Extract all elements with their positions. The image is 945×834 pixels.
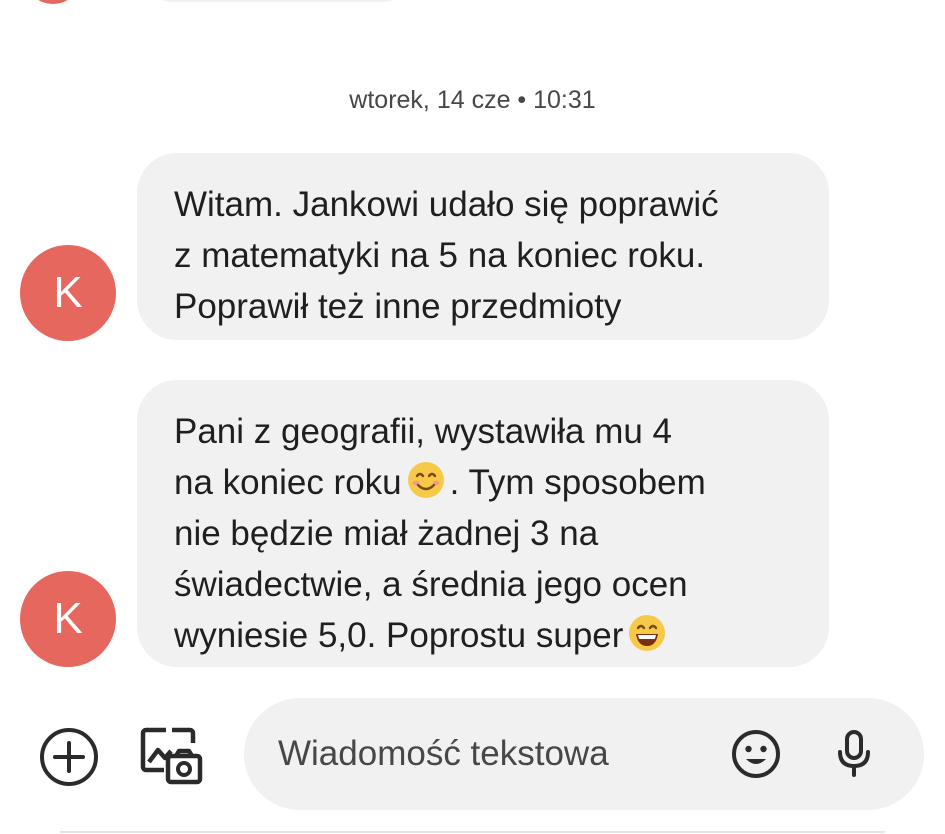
- date-divider: wtorek, 14 cze • 10:31: [349, 86, 596, 114]
- microphone-icon: [838, 730, 870, 777]
- message-line: świadectwie, a średnia jego ocen: [174, 565, 688, 604]
- voice-input-button[interactable]: [834, 728, 874, 780]
- divider: [60, 831, 885, 833]
- message-line-with-emoji: wyniesie 5,0. Poprostu super: [174, 610, 793, 661]
- message-line: z matematyki na 5 na koniec roku.: [174, 236, 706, 275]
- message-line: Poprawił też inne przedmioty: [174, 287, 622, 326]
- emoji-icon: [732, 730, 780, 778]
- message-line: Witam. Jankowi udało się poprawić: [174, 185, 719, 224]
- grinning-emoji-icon: [629, 615, 666, 651]
- message-text: . Tym sposobem: [449, 463, 706, 502]
- previous-message-bubble: [150, 0, 405, 2]
- message-line: nie będzie miał żadnej 3 na: [174, 514, 599, 553]
- message-bubble[interactable]: Pani z geografii, wystawiła mu 4 na koni…: [137, 380, 829, 667]
- avatar[interactable]: K: [20, 571, 116, 667]
- message-text: wyniesie 5,0. Poprostu super: [174, 616, 624, 655]
- add-circle-icon: [40, 728, 98, 786]
- message-line: Pani z geografii, wystawiła mu 4: [174, 412, 672, 451]
- emoji-button[interactable]: [730, 728, 782, 780]
- gallery-icon: [140, 727, 203, 785]
- avatar-letter: K: [53, 268, 83, 317]
- message-input-placeholder: Wiadomość tekstowa: [278, 734, 609, 773]
- avatar[interactable]: K: [20, 245, 116, 341]
- smiling-emoji-icon: [407, 462, 444, 498]
- gallery-button[interactable]: [136, 722, 204, 788]
- message-text: na koniec roku: [174, 463, 402, 502]
- add-attachment-button[interactable]: [38, 726, 100, 788]
- previous-avatar: [28, 0, 78, 4]
- message-input[interactable]: Wiadomość tekstowa: [244, 698, 924, 810]
- message-line-with-emoji: na koniec roku . Tym sposobem: [174, 457, 793, 508]
- message-bubble[interactable]: Witam. Jankowi udało się poprawić z mate…: [137, 153, 829, 340]
- avatar-letter: K: [53, 594, 83, 643]
